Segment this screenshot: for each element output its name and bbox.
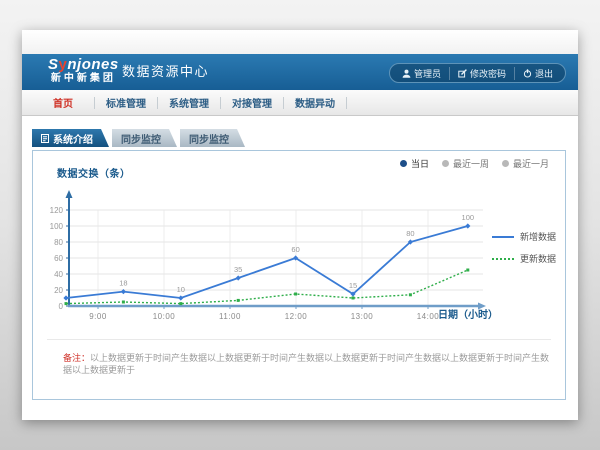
main-nav: 首页标准管理系统管理对接管理数据异动 — [22, 90, 578, 116]
edit-icon — [458, 69, 467, 78]
radio-label: 最近一月 — [513, 157, 549, 170]
nav-item-0[interactable]: 首页 — [32, 95, 94, 110]
user-menu: 管理员 修改密码 退出 — [389, 63, 566, 83]
range-radio-group: 当日 最近一周 最近一月 — [400, 157, 549, 170]
svg-text:35: 35 — [234, 265, 242, 274]
legend-label: 新增数据 — [520, 230, 556, 243]
data-point — [352, 297, 355, 300]
svg-text:10: 10 — [177, 285, 185, 294]
series-line-0 — [66, 226, 468, 298]
nav-item-2[interactable]: 系统管理 — [158, 95, 220, 110]
svg-text:12:00: 12:00 — [285, 312, 308, 321]
footnote-text: 以上数据更新于时间产生数据以上数据更新于时间产生数据以上数据更新于时间产生数据以… — [63, 353, 549, 375]
footnote: 备注：以上数据更新于时间产生数据以上数据更新于时间产生数据以上数据更新于时间产生… — [63, 353, 555, 376]
nav-divider — [346, 97, 347, 109]
data-point — [236, 275, 241, 280]
svg-text:14:00: 14:00 — [417, 312, 440, 321]
legend-swatch-icon — [492, 236, 514, 238]
tab-0[interactable]: 系统介绍 — [32, 129, 109, 147]
data-point — [63, 295, 68, 300]
svg-text:40: 40 — [54, 270, 63, 279]
data-point — [121, 289, 126, 294]
user-menu-change-password[interactable]: 修改密码 — [449, 67, 514, 80]
radio-dot-icon — [502, 160, 509, 167]
data-point — [409, 293, 412, 296]
nav-item-3[interactable]: 对接管理 — [221, 95, 283, 110]
data-point — [65, 302, 68, 305]
svg-text:9:00: 9:00 — [89, 312, 107, 321]
footnote-label: 备注： — [63, 353, 90, 363]
svg-text:10:00: 10:00 — [153, 312, 176, 321]
data-point — [294, 293, 297, 296]
data-point — [408, 239, 413, 244]
nav-item-4[interactable]: 数据异动 — [284, 95, 346, 110]
svg-text:11:00: 11:00 — [219, 312, 241, 321]
content-area: 系统介绍 同步监控 同步监控 当日 最近一周 最近一月 数据交换（条） 0 20 40 60 8… — [22, 116, 578, 420]
chart-panel: 当日 最近一周 最近一月 数据交换（条） 0 20 40 60 80 100 120 9:00 10… — [32, 150, 566, 400]
radio-label: 当日 — [411, 157, 429, 170]
svg-text:13:00: 13:00 — [351, 312, 374, 321]
svg-text:100: 100 — [462, 213, 475, 222]
logo[interactable]: Synjones 新中新集团 — [48, 57, 119, 84]
tab-2[interactable]: 同步监控 — [180, 129, 245, 147]
legend-swatch-icon — [492, 258, 514, 260]
user-menu-logout[interactable]: 退出 — [514, 67, 561, 80]
user-menu-account[interactable]: 管理员 — [394, 67, 449, 80]
logo-subtext: 新中新集团 — [48, 74, 119, 84]
range-radio-2[interactable]: 最近一月 — [502, 157, 549, 170]
svg-text:80: 80 — [406, 229, 414, 238]
nav-item-1[interactable]: 标准管理 — [95, 95, 157, 110]
user-menu-label: 管理员 — [414, 67, 441, 80]
x-axis-title: 日期（小时） — [438, 306, 498, 321]
data-point — [122, 301, 125, 304]
svg-text:60: 60 — [291, 245, 299, 254]
user-icon — [402, 69, 411, 78]
svg-text:18: 18 — [119, 279, 127, 288]
svg-text:0: 0 — [59, 302, 64, 311]
tab-bar: 系统介绍 同步监控 同步监控 — [32, 129, 245, 147]
y-axis-title: 数据交换（条） — [57, 165, 131, 180]
data-point — [293, 255, 298, 260]
divider — [47, 339, 551, 340]
logo-text: Synjones — [48, 57, 119, 72]
chart-legend: 新增数据更新数据 — [492, 230, 556, 265]
power-icon — [523, 69, 532, 78]
data-point — [466, 269, 469, 272]
y-axis-arrow-icon — [66, 190, 73, 198]
range-radio-0[interactable]: 当日 — [400, 157, 429, 170]
svg-text:15: 15 — [349, 281, 357, 290]
data-point — [237, 299, 240, 302]
tab-label: 同步监控 — [189, 131, 229, 146]
page-title: 数据资源中心 — [122, 54, 209, 90]
radio-dot-icon — [400, 160, 407, 167]
svg-text:120: 120 — [50, 206, 64, 215]
legend-item-0: 新增数据 — [492, 230, 556, 243]
data-point — [465, 223, 470, 228]
tab-label: 系统介绍 — [53, 131, 93, 146]
user-menu-label: 退出 — [535, 67, 553, 80]
app-header: Synjones 新中新集团 数据资源中心 管理员 修改密码 退出 — [22, 54, 578, 90]
window-top-strip — [22, 30, 578, 54]
radio-label: 最近一周 — [453, 157, 489, 170]
doc-icon — [41, 134, 49, 143]
data-point — [179, 302, 182, 305]
range-radio-1[interactable]: 最近一周 — [442, 157, 489, 170]
data-point — [178, 295, 183, 300]
svg-text:20: 20 — [54, 286, 63, 295]
svg-text:60: 60 — [54, 254, 63, 263]
series-line-1 — [66, 270, 468, 304]
page: Synjones 新中新集团 数据资源中心 管理员修改密码退出 首页标准管理系统… — [0, 0, 600, 450]
legend-label: 更新数据 — [520, 252, 556, 265]
data-point — [350, 291, 355, 296]
line-chart: 0 20 40 60 80 100 120 9:00 10:00 11:00 12:00 13:00 1… — [33, 179, 567, 321]
svg-text:80: 80 — [54, 238, 63, 247]
tab-label: 同步监控 — [121, 131, 161, 146]
svg-text:100: 100 — [50, 222, 64, 231]
user-menu-label: 修改密码 — [470, 67, 506, 80]
radio-dot-icon — [442, 160, 449, 167]
legend-item-1: 更新数据 — [492, 252, 556, 265]
tab-1[interactable]: 同步监控 — [112, 129, 177, 147]
app-window: Synjones 新中新集团 数据资源中心 管理员修改密码退出 首页标准管理系统… — [22, 30, 578, 420]
